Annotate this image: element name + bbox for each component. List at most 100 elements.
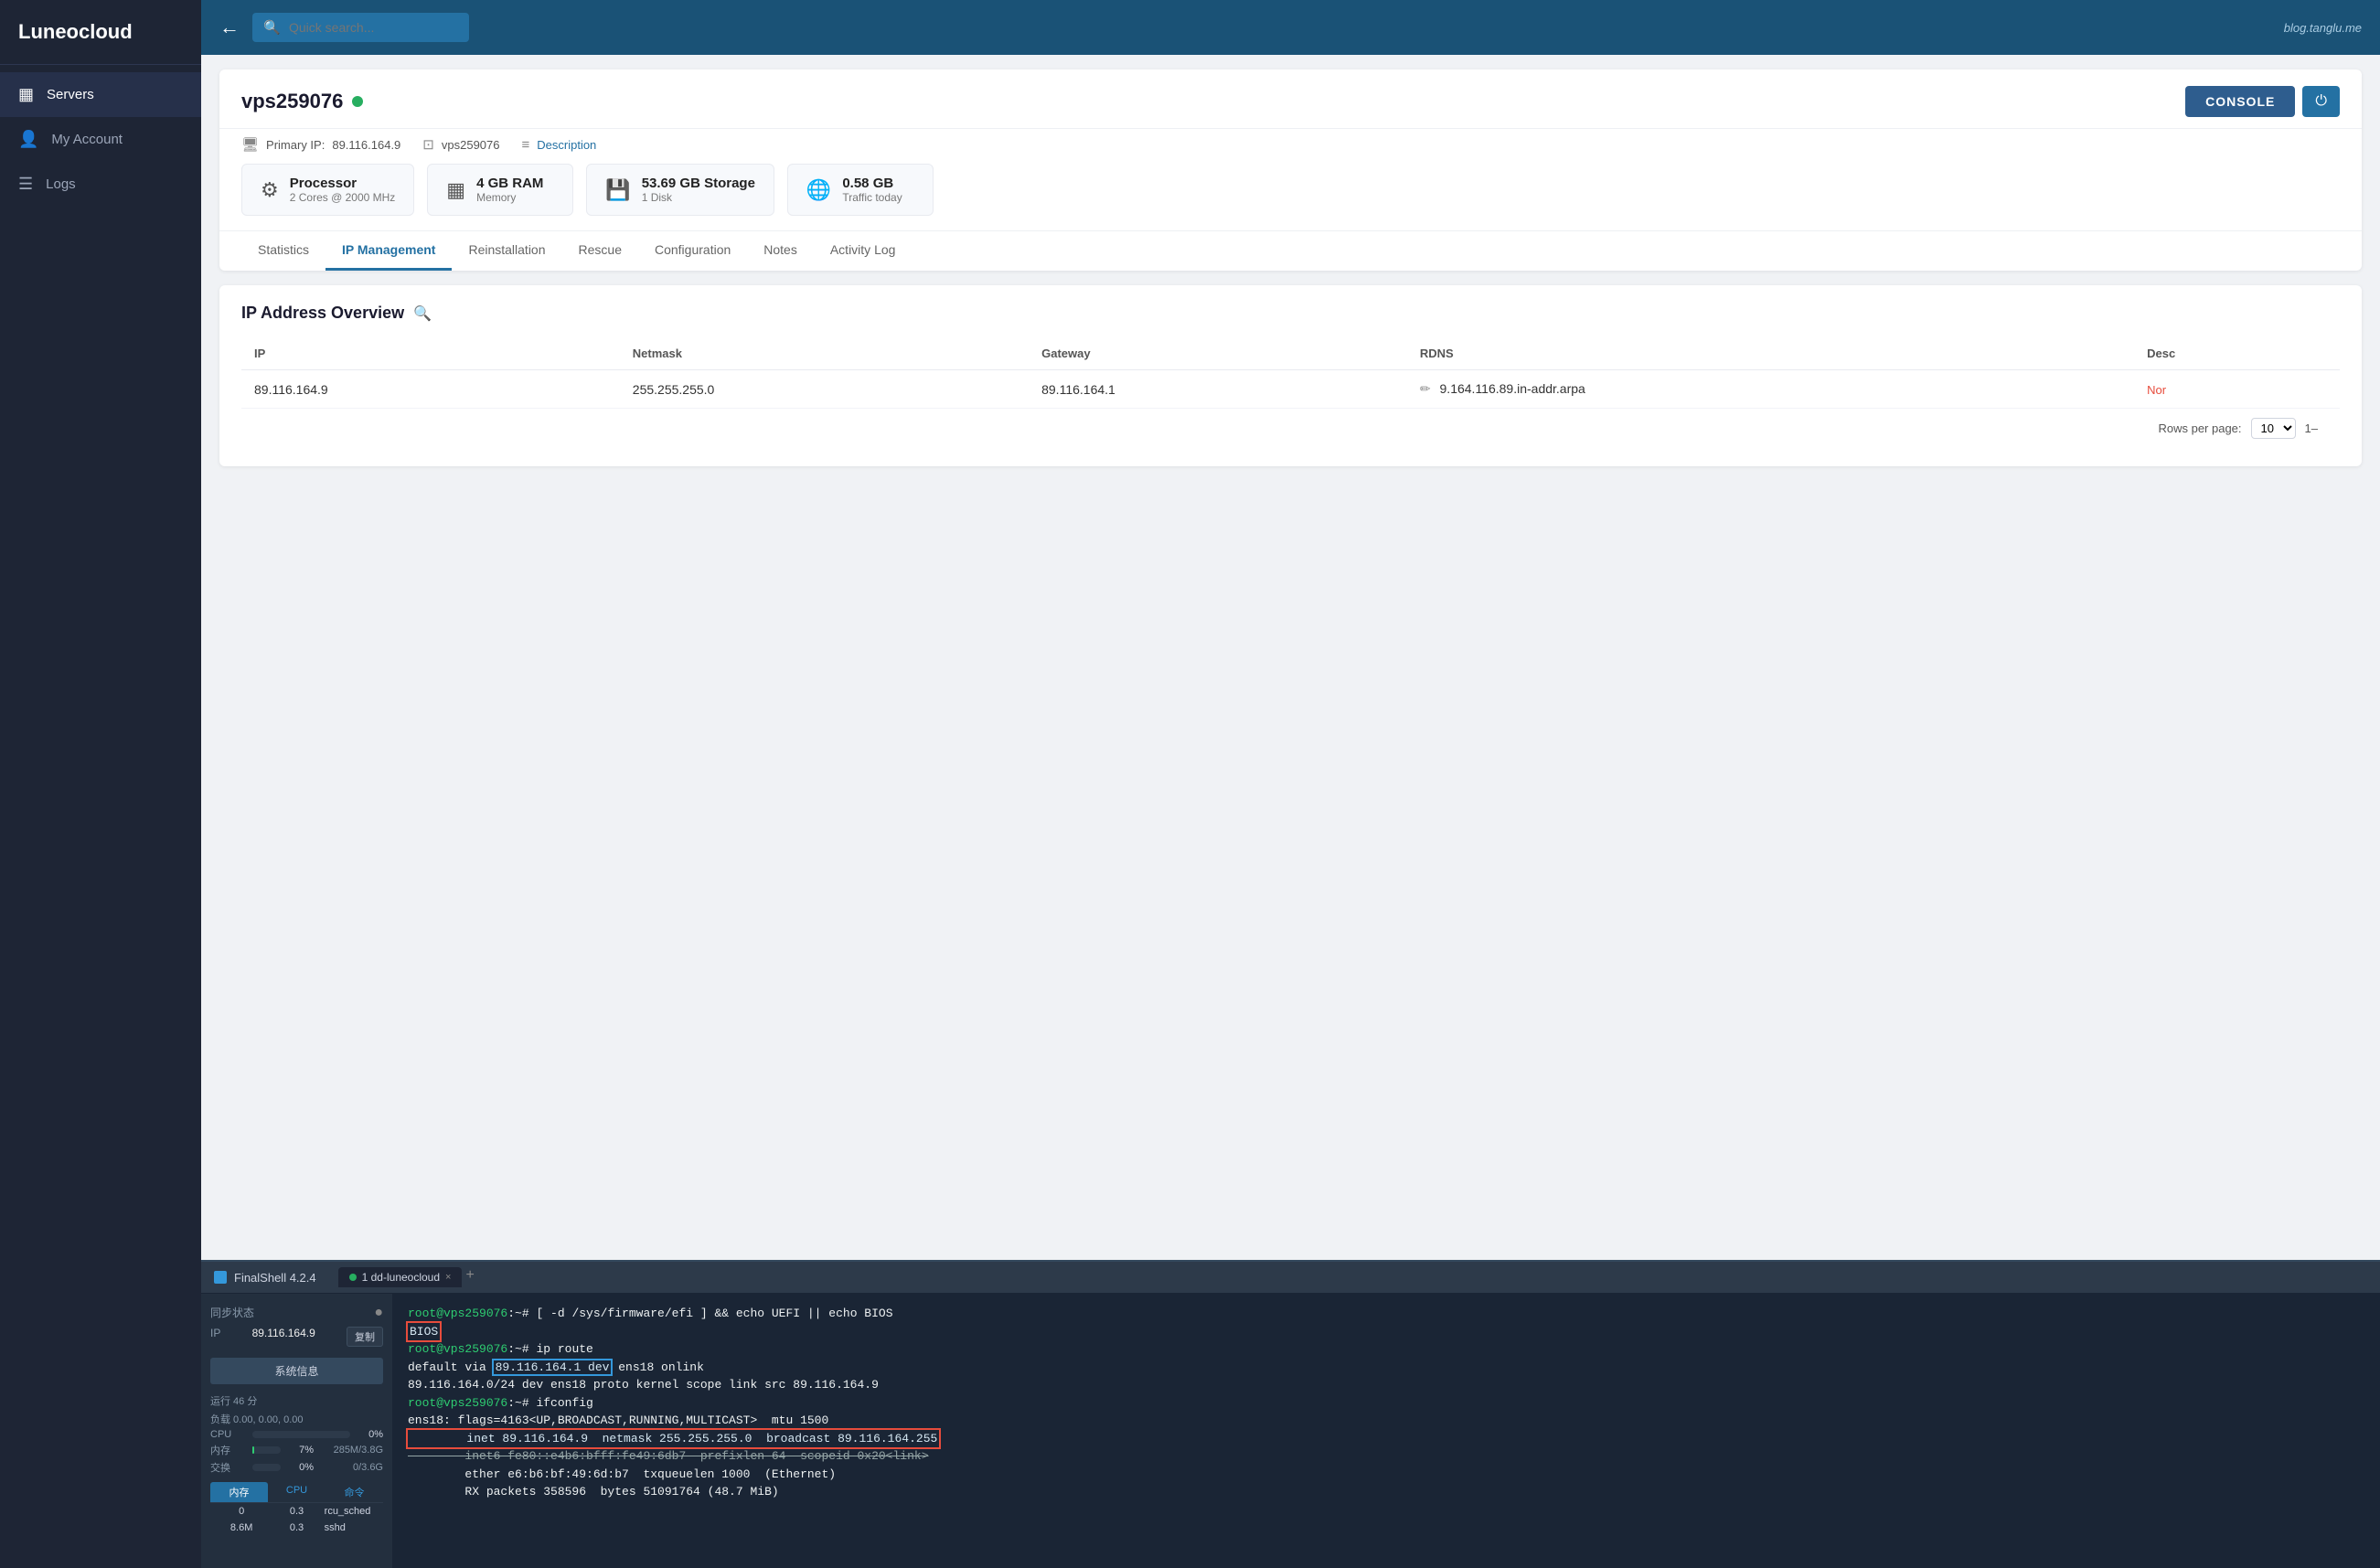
search-icon-ip[interactable]: 🔍 [413,304,432,323]
copy-button[interactable]: 复制 [347,1327,383,1347]
storage-title: 53.69 GB Storage [642,176,755,191]
ts-col-cpu[interactable]: CPU [268,1482,326,1502]
term-line-bios: BIOS [408,1323,2365,1341]
tab-statistics[interactable]: Statistics [241,231,326,271]
rows-per-page-label: Rows per page: [2158,421,2241,435]
processor-detail: 2 Cores @ 2000 MHz [290,191,396,204]
swap-progress-row: 交换 0% 0/3.6G [210,1460,383,1475]
ts-row1-cmd: rcu_sched [325,1506,379,1517]
ram-sub: Memory [476,191,543,204]
sidebar-account-label: My Account [51,132,123,147]
sidebar-nav: ▦ Servers 👤 My Account ☰ Logs [0,65,201,214]
term-line-6: ens18: flags=4163<UP,BROADCAST,RUNNING,M… [408,1412,2365,1430]
swap-bar-bg [252,1464,281,1471]
rows-per-page-select[interactable]: 10 25 50 [2251,418,2296,439]
sidebar-item-my-account[interactable]: 👤 My Account [0,117,201,162]
swap-label: 交换 [210,1460,247,1475]
table-row: 89.116.164.9 255.255.255.0 89.116.164.1 … [241,370,2340,409]
sidebar-servers-label: Servers [47,87,94,102]
search-input[interactable] [252,13,469,42]
gateway-cell: 89.116.164.1 [1029,370,1407,409]
sysinfo-button[interactable]: 系统信息 [210,1358,383,1384]
term-line-4: 89.116.164.0/24 dev ens18 proto kernel s… [408,1376,2365,1394]
rdns-edit-icon[interactable]: ✏ [1420,381,1431,396]
netmask-cell: 255.255.255.0 [620,370,1029,409]
uptime-label: 运行 46 分 [210,1393,383,1408]
sidebar-item-servers[interactable]: ▦ Servers [0,72,201,117]
terminal-tab-1[interactable]: 1 dd-luneocloud × [338,1267,463,1287]
ts-row2-mem: 8.6M [214,1522,269,1533]
watermark: blog.tanglu.me [2284,21,2362,35]
primary-ip-item: 🖥 Primary IP: 89.116.164.9 [241,136,400,153]
ip-table: IP Netmask Gateway RDNS Desc 89.116.164.… [241,337,2340,409]
hostname-icon: ⊡ [422,136,434,153]
tab-activity-log[interactable]: Activity Log [814,231,913,271]
tab-ip-management[interactable]: IP Management [326,231,452,271]
server-actions: CONSOLE ⏻ [2185,86,2340,117]
sync-status-row: 同步状态 ● [210,1305,383,1321]
ts-col-mem[interactable]: 内存 [210,1482,268,1502]
stat-storage: 💾 53.69 GB Storage 1 Disk [586,164,774,216]
terminal-app-icon [214,1271,227,1284]
ts-table-header: 内存 CPU 命令 [210,1482,383,1503]
back-button[interactable]: ← [219,16,240,39]
terminal-add-tab[interactable]: + [465,1267,474,1287]
description-icon: ≡ [522,137,530,153]
ip-icon: 🖥 [241,136,259,153]
ram-title: 4 GB RAM [476,176,543,191]
servers-icon: ▦ [18,85,34,104]
ram-progress-row: 内存 7% 285M/3.8G [210,1443,383,1457]
cpu-label: CPU [210,1429,247,1440]
tab-configuration[interactable]: Configuration [638,231,747,271]
ram-bar-fill [252,1446,254,1454]
col-gateway: Gateway [1029,337,1407,370]
topbar: ← 🔍 blog.tanglu.me [201,0,2380,55]
ts-row1-mem: 0 [214,1506,269,1517]
description-item[interactable]: ≡ Description [522,137,597,153]
terminal-app-name: FinalShell 4.2.4 [214,1271,316,1285]
cpu-progress-row: CPU 0% [210,1429,383,1440]
primary-ip-value: 89.116.164.9 [332,138,400,152]
search-wrap: 🔍 [252,13,636,42]
sidebar: Luneocloud ▦ Servers 👤 My Account ☰ Logs [0,0,201,1568]
console-button[interactable]: CONSOLE [2185,86,2295,117]
col-desc: Desc [2134,337,2340,370]
hostname-value: vps259076 [442,138,500,152]
term-line-5: root@vps259076:~# ifconfig [408,1394,2365,1413]
primary-ip-label: Primary IP: [266,138,325,152]
tab-reinstallation[interactable]: Reinstallation [452,231,561,271]
term-line-inet6: inet6 fe80::e4b6:bfff:fe49:6db7 prefixle… [408,1447,2365,1466]
sync-label: 同步状态 [210,1305,254,1321]
tab-close-button[interactable]: × [445,1272,451,1283]
ip-row: IP 89.116.164.9 复制 [210,1327,383,1347]
ts-col-cmd[interactable]: 命令 [326,1482,383,1502]
ip-overview-title: IP Address Overview 🔍 [241,304,2340,323]
status-indicator [352,96,363,107]
server-tabs: Statistics IP Management Reinstallation … [219,230,2362,271]
cpu-bar-bg [252,1431,350,1438]
traffic-title: 0.58 GB [842,176,902,191]
desc-cell[interactable]: Nor [2134,370,2340,409]
load-label: 负载 0.00, 0.00, 0.00 [210,1412,383,1426]
desc-link[interactable]: Nor [2147,383,2166,397]
sidebar-logo: Luneocloud [0,0,201,65]
tab-notes[interactable]: Notes [747,231,814,271]
server-panel: vps259076 CONSOLE ⏻ 🖥 Primary IP: 89.116… [219,69,2362,271]
ip-value: 89.116.164.9 [252,1327,315,1347]
ram-detail: 285M/3.8G [319,1445,383,1456]
server-header: vps259076 CONSOLE ⏻ [219,69,2362,129]
term-line-1: root@vps259076:~# [ -d /sys/firmware/efi… [408,1305,2365,1323]
storage-sub: 1 Disk [642,191,755,204]
stat-traffic: 🌐 0.58 GB Traffic today [787,164,934,216]
ts-table-row-2: 8.6M 0.3 sshd [210,1520,383,1536]
sidebar-logs-label: Logs [46,176,76,192]
terminal-container: FinalShell 4.2.4 1 dd-luneocloud × + 同步状… [201,1260,2380,1568]
terminal-output[interactable]: root@vps259076:~# [ -d /sys/firmware/efi… [393,1294,2380,1568]
power-button[interactable]: ⏻ [2302,86,2340,117]
ip-cell: 89.116.164.9 [241,370,620,409]
tab-rescue[interactable]: Rescue [562,231,638,271]
sidebar-item-logs[interactable]: ☰ Logs [0,162,201,207]
terminal-tab-label: 1 dd-luneocloud [362,1271,440,1284]
description-link[interactable]: Description [537,138,596,152]
storage-icon: 💾 [605,178,630,202]
